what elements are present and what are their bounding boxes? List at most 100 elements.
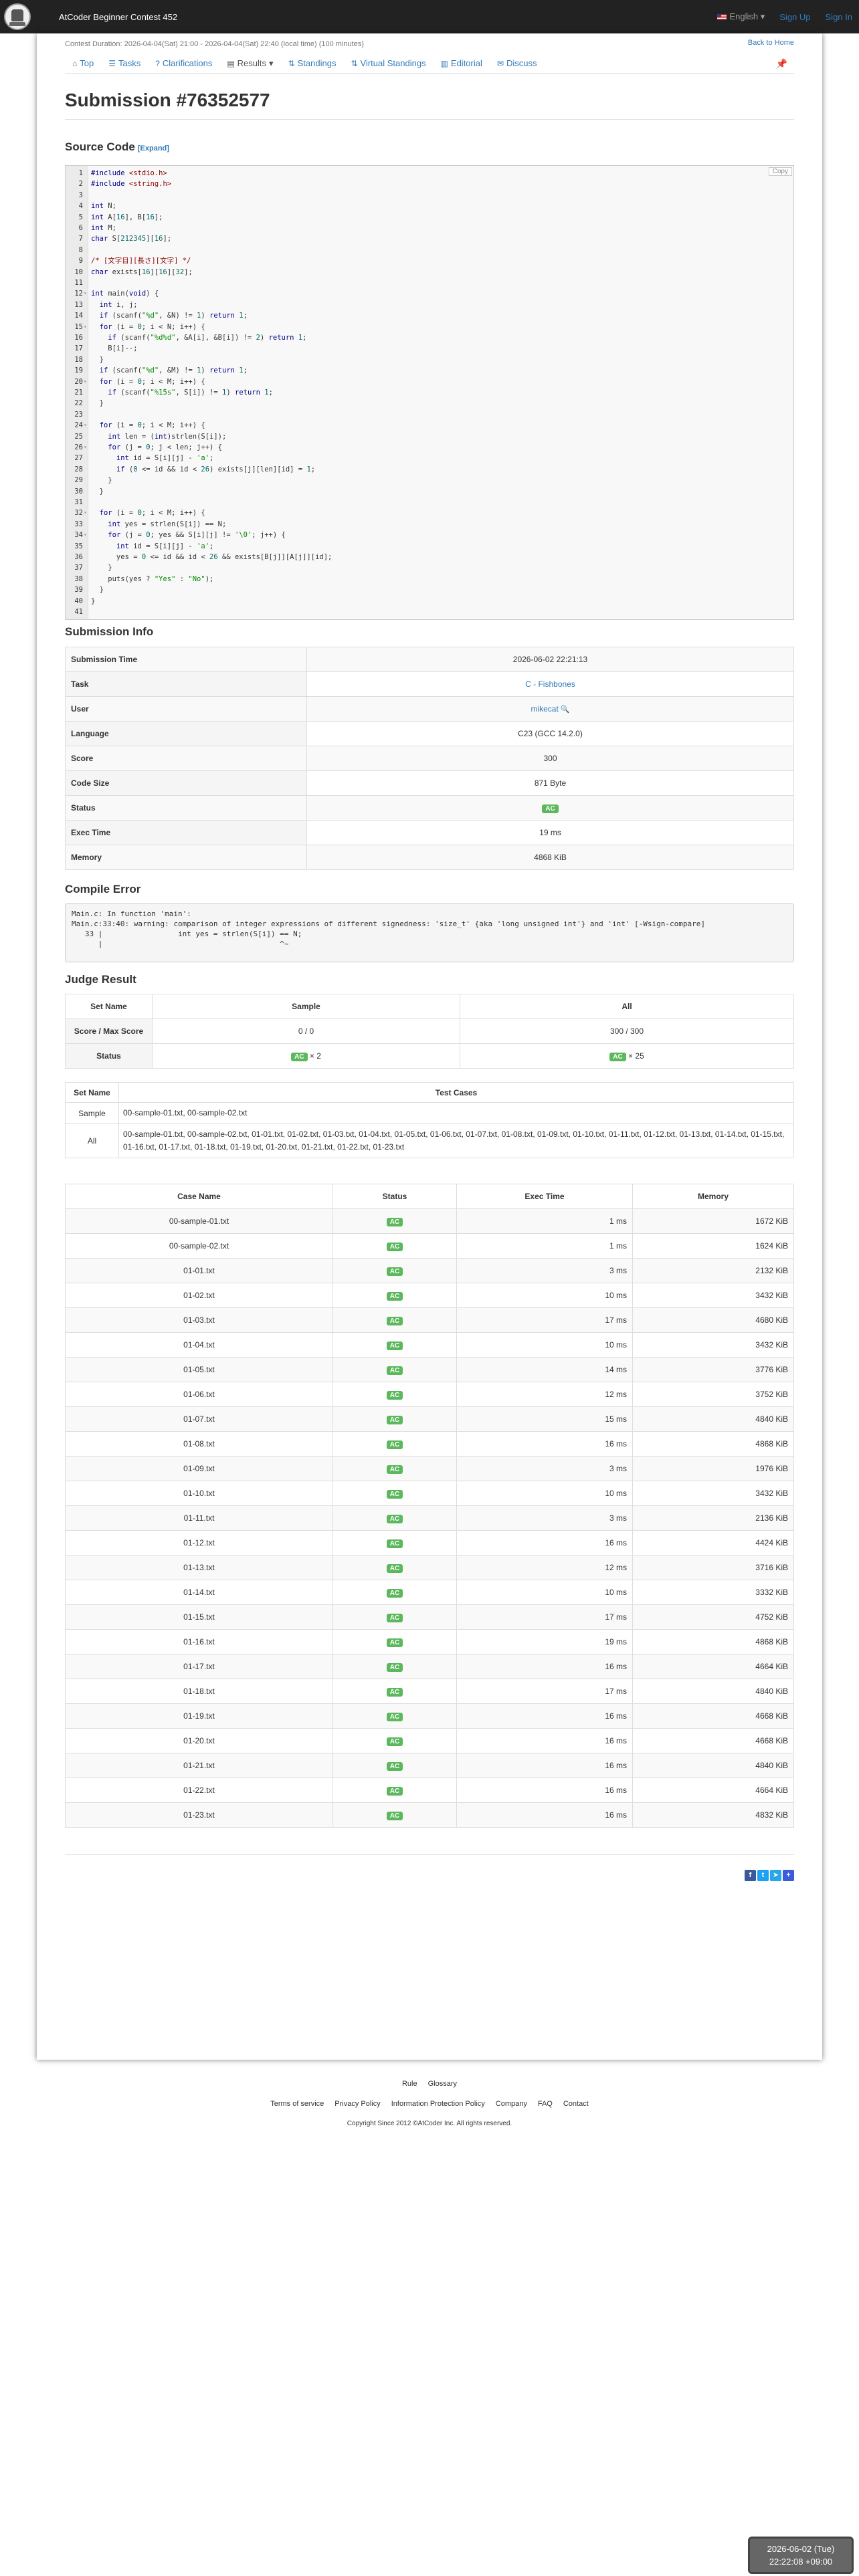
sign-in-link[interactable]: Sign In [826,12,852,22]
line-number: 15 [74,322,83,331]
task-link[interactable]: C - Fishbones [525,679,575,689]
tab-tasks[interactable]: ☰ Tasks [101,53,148,74]
case-memory: 4668 KiB [632,1703,794,1729]
fold-arrow-icon[interactable]: ▾ [84,322,87,332]
code-text: int id = S[i][j] - 'a'; [116,454,214,463]
code-line: 4 int N; [66,201,793,211]
code-text: /* [文字目][長さ][文字] */ [91,257,191,265]
code-line: 7 char S[212345][16]; [66,234,793,243]
compile-error-heading: Compile Error [65,883,141,895]
case-name: 01-19.txt [65,1703,333,1729]
set-cases: 00-sample-01.txt, 00-sample-02.txt [118,1102,794,1124]
line-number: 1 [78,169,83,177]
atcoder-logo[interactable] [0,0,35,33]
case-table-header[interactable]: Exec Time [456,1184,633,1209]
info-row: Submission Time 2026-06-02 22:21:13 [65,647,794,672]
case-table-header[interactable]: Status [332,1184,457,1209]
set-cases: 00-sample-01.txt, 00-sample-02.txt, 01-0… [118,1123,794,1158]
code-line: 19 if (scanf("%d", &M) != 1) return 1; [66,366,793,375]
back-to-home-link[interactable]: Back to Home [748,39,794,47]
case-exec-time: 17 ms [456,1604,633,1630]
test-cases-table: Case Name Status Exec Time Memory 00-sample-… [65,1184,794,1828]
footer-link[interactable]: FAQ [538,2100,553,2108]
case-status: AC [332,1555,457,1580]
info-row: Language C23 (GCC 14.2.0) [65,721,794,746]
facebook-icon[interactable]: f [745,1870,756,1881]
code-line: 15 ▾ for (i = 0; i < N; i++) { [66,322,793,332]
line-number: 20 [74,377,83,386]
copyright: Copyright Since 2012 ©AtCoder Inc. All r… [347,2120,512,2127]
table-row: 01-02.txt AC 10 ms 3432 KiB [65,1283,794,1308]
footer-link[interactable]: Privacy Policy [335,2100,380,2108]
sample-score: 0 / 0 [152,1018,460,1044]
fold-arrow-icon[interactable]: ▾ [84,443,87,452]
info-value: 871 Byte [306,770,794,796]
language-dropdown[interactable]: English ▾ [717,11,765,22]
footer-link[interactable]: Glossary [428,2080,457,2088]
footer-link[interactable]: Contact [563,2100,589,2108]
footer-link[interactable]: Rule [402,2080,417,2088]
tab-results[interactable]: ▤ Results ▾ [219,53,280,74]
case-name: 01-02.txt [65,1283,333,1308]
fold-arrow-icon[interactable]: ▾ [84,289,87,298]
case-status: AC [332,1505,457,1531]
table-row: 01-07.txt AC 15 ms 4840 KiB [65,1406,794,1432]
info-value: mikecat 🔍 [306,696,794,722]
case-name: 01-21.txt [65,1753,333,1778]
line-number: 28 [74,465,83,473]
source-code-block[interactable]: Copy 1 #include <stdio.h> 2 #include <strin… [65,165,794,620]
fold-arrow-icon[interactable]: ▾ [84,421,87,430]
case-memory: 1672 KiB [632,1208,794,1234]
case-table-header[interactable]: Case Name [65,1184,333,1209]
code-text: for (i = 0; i < N; i++) { [99,322,205,331]
tab-virtual-standings[interactable]: ⇅ Virtual Standings [343,53,433,74]
line-number: 9 [78,257,83,265]
case-exec-time: 14 ms [456,1357,633,1382]
case-exec-time: 1 ms [456,1208,633,1234]
ac-badge: AC [386,1390,403,1400]
sort-icon: ⇅ [288,58,295,68]
pin-icon[interactable]: 📌 [776,58,787,70]
fold-arrow-icon[interactable]: ▾ [84,508,87,518]
case-memory: 4868 KiB [632,1431,794,1457]
code-line: 23 [66,410,793,419]
sign-up-link[interactable]: Sign Up [779,12,810,22]
ac-badge: AC [386,1712,403,1721]
judge-summary-table: Set Name Sample All Score / Max Score 0 … [65,994,794,1069]
all-score: 300 / 300 [460,1018,794,1044]
footer-link[interactable]: Company [496,2100,527,2108]
contest-name-link[interactable]: AtCoder Beginner Contest 452 [59,12,177,22]
table-row: 01-05.txt AC 14 ms 3776 KiB [65,1357,794,1382]
line-number: 23 [74,410,83,419]
tab-standings[interactable]: ⇅ Standings [281,53,344,74]
fold-arrow-icon[interactable]: ▾ [84,530,87,540]
tab-discuss[interactable]: ✉ Discuss [490,53,545,74]
contest-nav-tabs: ⌂ Top ☰ Tasks ? Clarifications ▤ Results ▾ ⇅ S… [65,53,794,74]
ac-badge: AC [386,1613,403,1622]
case-table-header[interactable]: Memory [632,1184,794,1209]
table-row: 01-21.txt AC 16 ms 4840 KiB [65,1753,794,1778]
footer-link[interactable]: Information Protection Policy [391,2100,485,2108]
tab-top[interactable]: ⌂ Top [65,53,101,74]
tab-editorial[interactable]: ▥ Editorial [434,53,490,74]
code-text: } [91,564,112,572]
twitter-icon[interactable]: t [757,1870,769,1881]
ac-badge: AC [386,1465,403,1474]
code-line: 6 int M; [66,223,793,233]
code-line: 31 [66,498,793,507]
code-text: for (i = 0; i < M; i++) { [99,377,205,386]
case-name: 01-18.txt [65,1679,333,1704]
share-plus-icon[interactable]: + [783,1870,794,1881]
info-label: Score [65,746,307,771]
telegram-icon[interactable]: ➤ [770,1870,781,1881]
table-row: 01-10.txt AC 10 ms 3432 KiB [65,1481,794,1506]
fold-arrow-icon[interactable]: ▾ [84,377,87,387]
footer-link[interactable]: Terms of service [270,2100,324,2108]
share-buttons: f t ➤ + [745,1870,794,1881]
user-link[interactable]: mikecat [531,704,558,714]
search-icon[interactable]: 🔍 [559,706,570,714]
case-exec-time: 16 ms [456,1654,633,1679]
ac-badge: AC [386,1786,403,1796]
tab-clarifications[interactable]: ? Clarifications [148,53,219,74]
expand-link[interactable]: [Expand] [138,144,169,152]
